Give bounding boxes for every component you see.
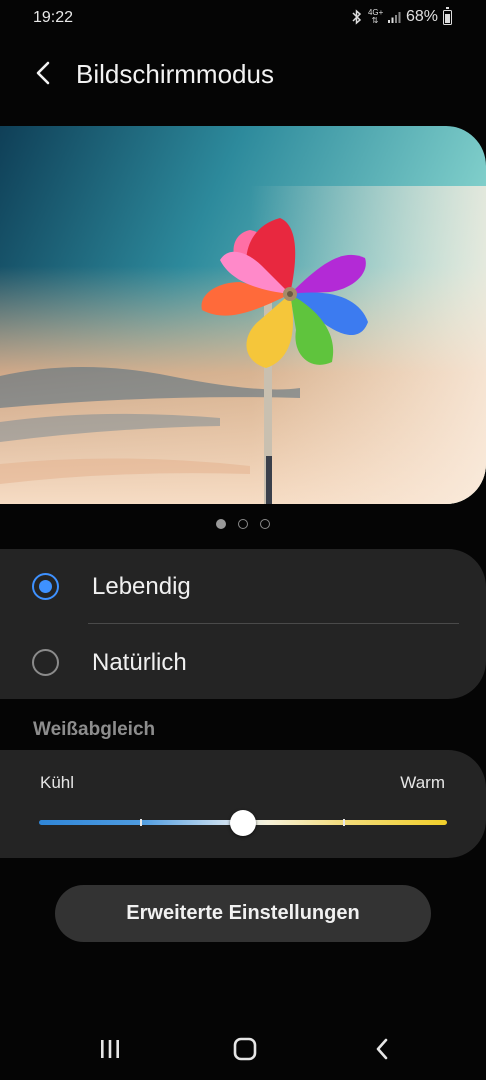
mode-label: Natürlich: [92, 649, 187, 676]
slider-tick: [140, 819, 142, 826]
warm-label: Warm: [400, 773, 445, 792]
signal-icon: [387, 12, 401, 23]
radio-button[interactable]: [32, 649, 59, 676]
page-title: Bildschirmmodus: [76, 59, 274, 89]
battery-percent: 68%: [405, 8, 438, 25]
bluetooth-icon: [352, 9, 362, 25]
mode-label: Lebendig: [92, 573, 191, 600]
slider-tick: [343, 819, 345, 826]
network-4g-icon: 4G+ ⇅: [367, 8, 384, 25]
pinwheel-sky-photo: [0, 126, 486, 504]
status-bar: 19:22 4G+ ⇅ 68%: [0, 0, 486, 36]
slider-thumb[interactable]: [230, 810, 256, 836]
page-dot[interactable]: [216, 519, 226, 529]
divider: [88, 623, 459, 624]
screen: 19:22 4G+ ⇅ 68% Bildschirmmodus Lebendig…: [0, 0, 486, 1080]
mode-option-lebendig[interactable]: Lebendig: [0, 549, 486, 624]
status-time: 19:22: [33, 9, 74, 26]
page-dot[interactable]: [260, 519, 270, 529]
preview-image[interactable]: [0, 126, 486, 504]
advanced-settings-button[interactable]: Erweiterte Einstellungen: [55, 885, 431, 942]
screen-mode-card: Lebendig Natürlich: [0, 549, 486, 699]
back-icon[interactable]: [362, 1034, 402, 1064]
preview-page-indicator: [0, 519, 486, 529]
white-balance-heading: Weißabgleich: [33, 719, 156, 740]
mode-option-natuerlich[interactable]: Natürlich: [0, 625, 486, 699]
back-button[interactable]: [28, 58, 58, 88]
back-arrow-icon: [36, 61, 50, 85]
header: Bildschirmmodus: [0, 50, 486, 98]
status-icons: 4G+ ⇅ 68%: [351, 6, 452, 26]
recent-apps-icon[interactable]: [90, 1034, 130, 1064]
home-icon[interactable]: [225, 1034, 265, 1064]
battery-icon: [443, 6, 452, 25]
white-balance-card: Kühl Warm: [0, 750, 486, 858]
network-label: 4G+: [367, 8, 384, 17]
navigation-bar: [0, 1020, 486, 1080]
radio-button-checked[interactable]: [32, 573, 59, 600]
page-dot[interactable]: [238, 519, 248, 529]
cool-label: Kühl: [40, 773, 75, 792]
